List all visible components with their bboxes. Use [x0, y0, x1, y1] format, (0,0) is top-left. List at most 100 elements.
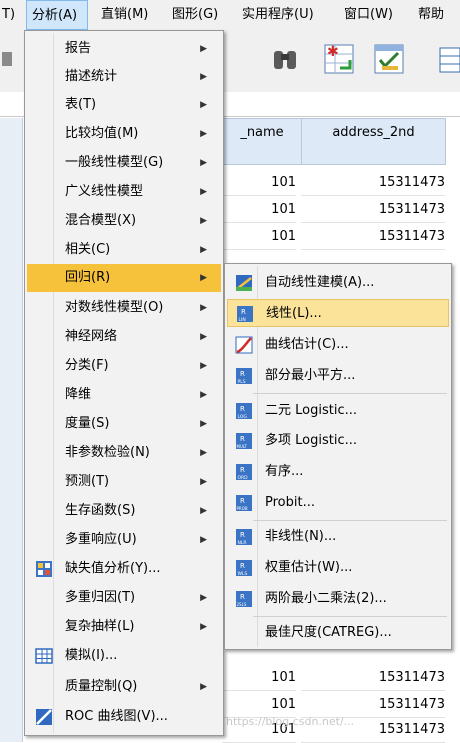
- menubar-item-transform[interactable]: T): [2, 0, 15, 30]
- menu-item-label: 线性(L)...: [266, 306, 322, 321]
- menu-item-forecasting[interactable]: 预测(T) ▶: [27, 468, 221, 496]
- toolbar-button-partial[interactable]: [0, 42, 14, 76]
- menubar-item-analyze[interactable]: 分析(A): [26, 0, 88, 30]
- svg-text:R: R: [240, 435, 245, 443]
- linear-icon: R LIN: [237, 306, 253, 323]
- binary-logistic-icon: R LOG: [236, 403, 252, 420]
- menu-item-missing-value-analysis[interactable]: 缺失值分析(Y)...: [27, 555, 221, 583]
- auto-linear-icon: [236, 275, 252, 291]
- menubar-item-graphs[interactable]: 图形(G): [172, 0, 218, 30]
- menu-item-nonparametric-tests[interactable]: 非参数检验(N) ▶: [27, 439, 221, 467]
- menu-item-label: 回归(R): [65, 270, 111, 285]
- binoculars-icon: [274, 51, 296, 69]
- column-header-name[interactable]: _name: [222, 118, 302, 165]
- badge-text: PLS: [238, 379, 246, 385]
- menu-separator: [253, 520, 447, 521]
- menu-item-reports[interactable]: 报告 ▶: [27, 35, 221, 63]
- menu-item-label: 神经网络: [65, 329, 118, 344]
- menu-item-multiple-imputation[interactable]: 多重归因(T) ▶: [27, 584, 221, 612]
- table-cell[interactable]: 15311473: [301, 223, 445, 250]
- menu-item-descriptive-statistics[interactable]: 描述统计 ▶: [27, 63, 221, 91]
- menu-item-label: 二元 Logistic...: [265, 403, 357, 418]
- analyze-menu: 报告 ▶ 描述统计 ▶ 表(T) ▶ 比较均值(M) ▶ 一般线性模型(G) ▶ 广义线性…: [24, 30, 224, 736]
- badge-text: LOG: [238, 414, 248, 420]
- two-stage-least-squares-icon: R 2SLS: [236, 591, 252, 607]
- menu-item-label: 混合模型(X): [65, 213, 137, 228]
- table-cell[interactable]: 101: [222, 223, 296, 250]
- table-cell[interactable]: 15311473: [301, 169, 445, 196]
- badge-text: LIN: [239, 317, 246, 323]
- menu-item-tables[interactable]: 表(T) ▶: [27, 91, 221, 119]
- menubar-item-utilities[interactable]: 实用程序(U): [242, 0, 314, 30]
- table-cell[interactable]: 101: [222, 169, 296, 196]
- menu-item-survival[interactable]: 生存函数(S) ▶: [27, 497, 221, 525]
- submenu-arrow-icon: ▶: [200, 419, 207, 429]
- menu-item-loglinear[interactable]: 对数线性模型(O) ▶: [27, 294, 221, 322]
- menu-item-compare-means[interactable]: 比较均值(M) ▶: [27, 120, 221, 148]
- menu-item-label: 两阶最小二乘法(2)...: [265, 591, 387, 606]
- insert-cases-button[interactable]: ✱: [322, 42, 356, 76]
- select-cases-icon: [374, 44, 404, 74]
- menu-item-complex-samples[interactable]: 复杂抽样(L) ▶: [27, 613, 221, 641]
- menu-item-label: 相关(C): [65, 242, 111, 257]
- menu-item-simulation[interactable]: 模拟(I)...: [27, 642, 221, 670]
- menu-item-label: 多重归因(T): [65, 590, 136, 605]
- menu-item-regression[interactable]: 回归(R) ▶: [27, 264, 221, 292]
- table-icon: [439, 47, 460, 73]
- table-cell[interactable]: 15311473: [301, 196, 445, 223]
- missing-values-icon: [36, 561, 52, 577]
- submenu-arrow-icon: ▶: [200, 187, 207, 197]
- table-cell[interactable]: 101: [222, 664, 296, 691]
- menubar-item-help[interactable]: 帮助: [418, 0, 444, 30]
- menu-item-roc-curve[interactable]: ROC 曲线图(V)...: [27, 703, 221, 731]
- table-cell[interactable]: 15311473: [301, 664, 445, 691]
- table-cell[interactable]: 101: [222, 196, 296, 223]
- menubar-item-direct-marketing[interactable]: 直销(M): [101, 0, 148, 30]
- insert-cases-icon: ✱: [324, 44, 354, 74]
- find-button[interactable]: [268, 42, 302, 76]
- submenu-arrow-icon: ▶: [200, 477, 207, 487]
- menu-separator: [253, 393, 447, 394]
- submenu-arrow-icon: ▶: [200, 216, 207, 226]
- column-header-address-2nd[interactable]: address_2nd: [301, 118, 446, 165]
- menu-item-two-stage-least-squares[interactable]: R 2SLS 两阶最小二乘法(2)...: [227, 585, 449, 613]
- menu-item-probit[interactable]: R PROB Probit...: [227, 489, 449, 517]
- menu-item-neural-networks[interactable]: 神经网络 ▶: [27, 323, 221, 351]
- badge-text: NLR: [238, 540, 247, 546]
- submenu-arrow-icon: ▶: [200, 390, 207, 400]
- menubar-item-window[interactable]: 窗口(W): [344, 0, 393, 30]
- menu-item-optimal-scaling[interactable]: 最佳尺度(CATREG)...: [227, 619, 449, 647]
- menu-item-automatic-linear-modeling[interactable]: 自动线性建模(A)...: [227, 269, 449, 297]
- submenu-arrow-icon: ▶: [200, 622, 207, 632]
- menu-item-partial-least-squares[interactable]: R PLS 部分最小平方...: [227, 362, 449, 390]
- select-cases-button[interactable]: [372, 42, 406, 76]
- submenu-arrow-icon: ▶: [200, 448, 207, 458]
- menu-item-correlate[interactable]: 相关(C) ▶: [27, 236, 221, 264]
- menu-item-quality-control[interactable]: 质量控制(Q) ▶: [27, 673, 221, 701]
- menu-item-dimension-reduction[interactable]: 降维 ▶: [27, 381, 221, 409]
- menu-item-curve-estimation[interactable]: 曲线估计(C)...: [227, 331, 449, 359]
- menu-item-scale[interactable]: 度量(S) ▶: [27, 410, 221, 438]
- menu-item-mixed-models[interactable]: 混合模型(X) ▶: [27, 207, 221, 235]
- menu-item-binary-logistic[interactable]: R LOG 二元 Logistic...: [227, 397, 449, 425]
- row-header-column: [0, 118, 23, 742]
- menu-item-multiple-response[interactable]: 多重响应(U) ▶: [27, 526, 221, 554]
- menu-item-ordinal[interactable]: R ORD 有序...: [227, 458, 449, 486]
- menu-item-weight-estimation[interactable]: R WLS 权重估计(W)...: [227, 554, 449, 582]
- table-cell[interactable]: 101: [222, 691, 296, 718]
- menu-item-nonlinear[interactable]: R NLR 非线性(N)...: [227, 523, 449, 551]
- menu-item-general-linear-model[interactable]: 一般线性模型(G) ▶: [27, 149, 221, 177]
- menu-item-linear[interactable]: R LIN 线性(L)...: [227, 299, 449, 327]
- submenu-arrow-icon: ▶: [200, 332, 207, 342]
- probit-icon: R PROB: [236, 495, 252, 511]
- menu-item-classify[interactable]: 分类(F) ▶: [27, 352, 221, 380]
- menu-item-multinomial-logistic[interactable]: R MULT 多项 Logistic...: [227, 427, 449, 455]
- menu-item-generalized-linear-models[interactable]: 广义线性模型 ▶: [27, 178, 221, 206]
- svg-text:R: R: [240, 531, 245, 539]
- menu-item-label: ROC 曲线图(V)...: [65, 709, 168, 724]
- table-cell[interactable]: 15311473: [301, 691, 445, 718]
- menu-item-label: 自动线性建模(A)...: [265, 275, 375, 290]
- badge-text: MULT: [237, 444, 248, 449]
- submenu-arrow-icon: ▶: [200, 506, 207, 516]
- table-button-partial[interactable]: [436, 42, 460, 76]
